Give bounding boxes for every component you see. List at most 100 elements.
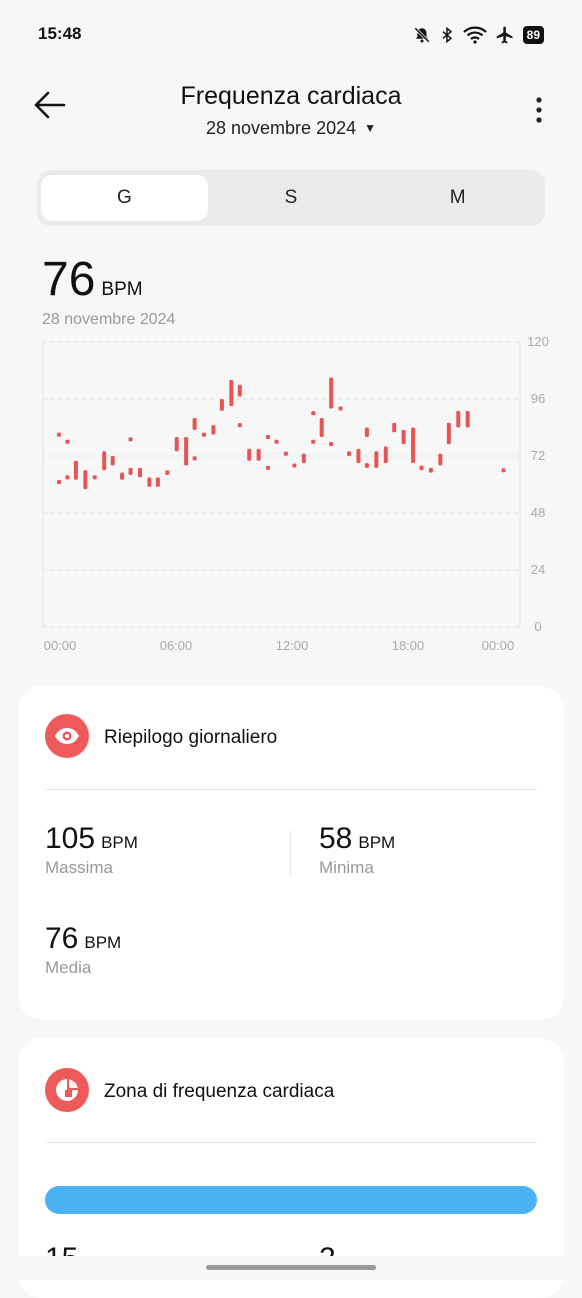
chart-data-point [329, 442, 334, 447]
stat-max-label: Massima [45, 858, 114, 877]
chart-data-bar [184, 437, 189, 466]
chart-x-tick-label: 12:00 [276, 638, 309, 653]
chart-data-point [274, 439, 279, 444]
period-tabs: G S M [37, 170, 545, 226]
chart-data-bar [364, 427, 369, 437]
chart-y-tick-label: 0 [534, 619, 541, 634]
chart-data-bar [247, 448, 252, 461]
chart-data-bar [155, 477, 160, 487]
chart-data-point [338, 406, 343, 411]
chart-y-tick-label: 72 [531, 448, 545, 463]
chart-data-bar [137, 467, 142, 478]
chart-data-point [266, 465, 271, 470]
stat-min-label: Minima [319, 858, 374, 877]
chart-data-point [292, 463, 297, 468]
chart-data-point [237, 423, 242, 428]
caret-down-icon: ▼ [364, 121, 376, 135]
chart-data-point [501, 468, 506, 473]
date-label: 28 novembre 2024 [206, 118, 357, 138]
chart-data-bar [456, 410, 461, 428]
zone-distribution-bar [45, 1186, 537, 1214]
stat-max-value: 105 [45, 822, 96, 855]
chart-data-bar [174, 437, 179, 452]
chart-y-tick-label: 24 [531, 562, 545, 577]
chart-data-bar [411, 427, 416, 464]
stat-avg-value: 76 [45, 922, 79, 955]
more-options-icon[interactable] [532, 96, 546, 124]
home-indicator[interactable] [206, 1265, 376, 1270]
chart-data-point [57, 480, 61, 485]
chart-data-bar [356, 448, 361, 464]
current-bpm-unit: BPM [101, 279, 143, 300]
chart-data-point [311, 439, 316, 444]
chart-data-point [92, 475, 97, 480]
summary-title: Riepilogo giornaliero [104, 727, 278, 748]
stat-max: 105 BPM [45, 822, 138, 856]
wifi-icon [462, 26, 487, 44]
chart-data-bar [465, 410, 470, 428]
bluetooth-icon [442, 26, 452, 44]
chart-data-bar [301, 453, 306, 464]
page-title: Frequenza cardiaca [180, 82, 402, 110]
chart-y-tick-label: 48 [531, 505, 545, 520]
tab-day[interactable]: G [41, 175, 208, 221]
chart-data-bar [419, 465, 424, 471]
chart-data-bar [438, 453, 443, 466]
stat-max-unit: BPM [101, 833, 138, 852]
chart-data-bar [165, 470, 170, 475]
heart-rate-chart[interactable]: 0 24 48 72 96 120 00:00 06:00 12:00 18:00 00:00 [0, 330, 582, 660]
chart-data-bar [147, 477, 152, 487]
current-date: 28 novembre 2024 [42, 311, 176, 328]
chart-data-point [192, 456, 197, 461]
chart-data-point [283, 451, 288, 456]
chart-data-point [57, 432, 61, 437]
chart-x-tick-label: 06:00 [160, 638, 193, 653]
stat-avg-label: Media [45, 958, 92, 977]
chart-data-bar [383, 446, 388, 464]
chart-data-bar [446, 422, 451, 445]
date-selector[interactable]: 28 novembre 2024 ▼ [0, 118, 582, 139]
chart-data-bar [229, 380, 234, 407]
chart-data-bar [374, 451, 379, 468]
chart-plot-area [43, 342, 518, 627]
tab-week[interactable]: S [208, 175, 375, 221]
stat-min: 58 BPM [319, 822, 395, 856]
zone-pie-icon [45, 1068, 89, 1112]
chart-data-bar [120, 472, 125, 480]
bell-off-icon [413, 27, 430, 43]
stat-avg-unit: BPM [84, 933, 122, 952]
eye-icon [45, 714, 89, 758]
chart-data-point [65, 475, 70, 480]
chart-x-tick-label: 00:00 [44, 638, 77, 653]
chart-data-point [128, 437, 133, 442]
current-bpm-value: 76 [42, 253, 96, 306]
chart-x-tick-label: 18:00 [392, 638, 425, 653]
zone-title: Zona di frequenza cardiaca [104, 1081, 335, 1102]
chart-data-bar [128, 467, 133, 475]
zone-divider [45, 1142, 537, 1143]
summary-divider [45, 789, 537, 790]
chart-data-point [266, 435, 271, 439]
battery-indicator: 89 [522, 26, 544, 44]
chart-data-bar [102, 451, 107, 471]
status-icons: 89 [413, 24, 544, 46]
chart-data-point [311, 411, 316, 416]
airplane-icon [496, 26, 513, 44]
chart-data-bar [73, 460, 78, 480]
chart-data-bar [392, 422, 397, 433]
chart-y-tick-label: 120 [527, 334, 549, 349]
chart-data-bar [401, 429, 406, 445]
chart-data-bar [83, 470, 88, 490]
chart-data-bar [364, 463, 369, 468]
chart-y-tick-label: 96 [531, 391, 545, 406]
status-time: 15:48 [38, 24, 82, 43]
chart-data-bar [329, 377, 334, 409]
chart-data-bar [110, 456, 115, 466]
tab-month[interactable]: M [374, 175, 541, 221]
daily-summary-card: Riepilogo giornaliero 105 BPM Massima 58 B… [18, 686, 564, 1020]
chart-data-bar [219, 399, 224, 411]
chart-data-bar [211, 425, 216, 435]
stat-separator [290, 830, 291, 876]
chart-data-bar [256, 448, 261, 461]
chart-data-bar [192, 418, 197, 430]
